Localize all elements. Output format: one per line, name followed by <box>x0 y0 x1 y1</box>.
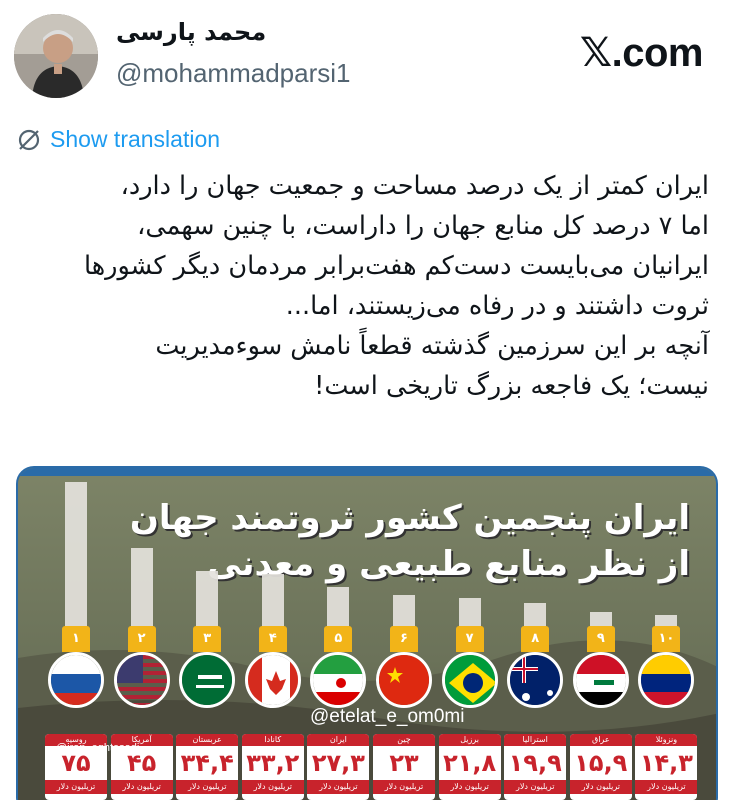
author-handle[interactable]: @mohammadparsi1 <box>116 58 350 89</box>
country-name: عربستان <box>176 734 239 746</box>
country-value: ۲۱,۸ <box>443 749 497 777</box>
country-name: برزیل <box>438 734 501 746</box>
country-value-card: کانادا ۳۳,۲ تریلیون دلار <box>241 734 304 800</box>
country-value: ۲۷,۳ <box>311 749 365 777</box>
rank-number: ۷ <box>455 626 484 652</box>
country-value: ۳۴,۴ <box>180 749 234 777</box>
avatar[interactable] <box>14 14 98 98</box>
country-name: استرالیا <box>504 734 567 746</box>
value-unit: تریلیون دلار <box>635 780 698 794</box>
show-translation-button[interactable]: Show translation <box>16 126 220 153</box>
flag-saudi-icon <box>179 652 236 708</box>
country-name: کانادا <box>241 734 304 746</box>
value-unit: تریلیون دلار <box>569 780 632 794</box>
country-name: چین <box>373 734 435 746</box>
rank-number: ۸ <box>521 626 550 652</box>
value-unit: تریلیون دلار <box>373 780 435 794</box>
value-unit: تریلیون دلار <box>176 780 239 794</box>
x-logo-icon: 𝕏 <box>579 30 612 76</box>
rank-number: ۱ <box>62 626 90 652</box>
tweet-line: ایران کمتر از یک درصد مساحت و جمعیت جهان… <box>120 171 709 201</box>
watermark: @iran_eghtesadi <box>56 742 140 754</box>
country-value-card: برزیل ۲۱,۸ تریلیون دلار <box>438 734 501 800</box>
country-value: ۳۳,۲ <box>246 749 300 777</box>
globe-slash-icon <box>16 127 42 153</box>
flag-usa-icon <box>113 652 170 708</box>
flag-iran-icon <box>310 652 367 708</box>
country-value-card: ونزوئلا ۱۴,۳ تریلیون دلار <box>635 734 698 800</box>
value-unit: تریلیون دلار <box>45 780 107 794</box>
flag-china-icon <box>376 652 432 708</box>
country-value-card: چین ۲۳ تریلیون دلار <box>373 734 435 800</box>
country-name: ونزوئلا <box>635 734 698 746</box>
country-name: عراق <box>569 734 632 746</box>
tweet-line: نیست؛ یک فاجعه بزرگ تاریخی است! <box>314 371 709 401</box>
value-unit: تریلیون دلار <box>438 780 501 794</box>
x-com-label: .com <box>611 31 704 75</box>
tweet-line: آنچه بر این سرزمین گذشته قطعاً نامش سوءم… <box>155 331 709 361</box>
flag-brazil-icon <box>441 652 498 708</box>
country-value: ۱۵,۹ <box>574 749 628 777</box>
country-value: ۱۴,۳ <box>639 749 693 777</box>
flag-iraq-icon <box>572 652 629 708</box>
value-unit: تریلیون دلار <box>504 780 567 794</box>
tweet-line: ایرانیان می‌بایست دست‌کم هفت‌برابر مردما… <box>83 251 709 281</box>
rank-number: ۲ <box>127 626 156 652</box>
country-value: ۲۳ <box>389 749 419 777</box>
rank-number: ۶ <box>390 626 418 652</box>
tweet-text: ایران کمتر از یک درصد مساحت و جمعیت جهان… <box>19 166 709 406</box>
tweet-line: اما ۷ درصد کل منابع جهان را داراست، با چ… <box>137 211 709 241</box>
value-unit: تریلیون دلار <box>241 780 304 794</box>
rank-number: ۹ <box>586 626 615 652</box>
country-value-card: استرالیا ۱۹,۹ تریلیون دلار <box>504 734 567 800</box>
tweet-image[interactable]: ایران پنجمین کشور ثروتمند جهان از نظر من… <box>16 466 718 800</box>
flag-australia-icon <box>507 652 564 708</box>
author-name[interactable]: محمد پارسی <box>116 18 266 46</box>
country-value-card: عراق ۱۵,۹ تریلیون دلار <box>569 734 632 800</box>
country-value-card: عربستان ۳۴,۴ تریلیون دلار <box>176 734 239 800</box>
value-unit: تریلیون دلار <box>110 780 173 794</box>
tweet-line: ثروت داشتند و در رفاه می‌زیستند، اما... <box>285 291 709 321</box>
x-com-logo: 𝕏.com <box>579 30 704 76</box>
country-value: ۱۹,۹ <box>508 749 562 777</box>
show-translation-label: Show translation <box>50 126 221 152</box>
rank-number: ۳ <box>193 626 222 652</box>
flag-canada-icon <box>244 652 301 708</box>
country-name: ایران <box>307 734 370 746</box>
rank-number: ۴ <box>258 626 287 652</box>
country-value-card: ایران ۲۷,۳ تریلیون دلار <box>307 734 370 800</box>
flag-venezuela-icon <box>638 652 695 708</box>
rank-bar <box>65 482 87 646</box>
watermark: @etelat_e_om0mi <box>310 706 465 727</box>
value-unit: تریلیون دلار <box>307 780 370 794</box>
rank-number: ۵ <box>324 626 353 652</box>
rank-number: ۱۰ <box>652 626 681 652</box>
image-headline: ایران پنجمین کشور ثروتمند جهان <box>129 498 690 538</box>
flag-russia-icon <box>48 652 104 708</box>
top-stripe <box>18 468 716 476</box>
